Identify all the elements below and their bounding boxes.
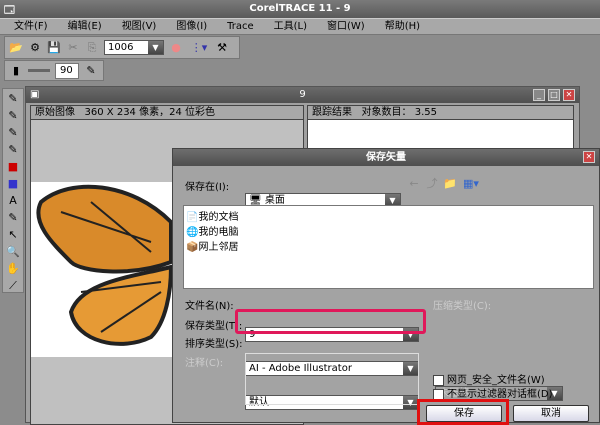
original-image-header: 原始图像 360 X 234 像素，24 位彩色 xyxy=(31,106,303,120)
view-menu-icon[interactable]: ▦▾ xyxy=(461,177,481,191)
trace-woodcut-icon[interactable]: ✎ xyxy=(6,126,20,140)
list-item-label: 网上邻居 xyxy=(198,242,239,253)
new-folder-icon[interactable]: 📁 xyxy=(443,177,457,191)
stop-icon[interactable]: ● xyxy=(169,41,183,55)
save-icon[interactable]: 💾 xyxy=(47,41,61,55)
menu-tools[interactable]: 工具(L) xyxy=(274,19,307,34)
dialog-close-icon[interactable]: ✕ xyxy=(583,151,595,163)
menu-view[interactable]: 视图(V) xyxy=(122,19,157,34)
document-title-bar: ▣ 9 _ □ ✕ xyxy=(26,87,579,103)
toolbox: ✎ ✎ ✎ ✎ ■ ■ A ✎ ↖ 🔍 ✋ ⟋ xyxy=(2,88,24,293)
cut-icon[interactable]: ✂ xyxy=(66,41,80,55)
app-title: CorelTRACE 11 - 9 xyxy=(249,3,351,14)
web-safe-checkbox[interactable]: 网页_安全_文件名(W) xyxy=(433,371,545,386)
list-item-label: 我的文档 xyxy=(198,212,239,223)
trace-outline-icon[interactable]: ✎ xyxy=(6,92,20,106)
minimize-icon[interactable]: _ xyxy=(533,89,545,101)
back-icon[interactable]: ← xyxy=(407,177,421,191)
app-title-bar: 🗔 CorelTRACE 11 - 9 xyxy=(0,0,600,18)
close-icon[interactable]: ✕ xyxy=(563,89,575,101)
standard-toolbar: 📂 ⚙ 💾 ✂ ⎘ 1006 ▼ ● ⋮▾ ⚒ xyxy=(4,36,240,59)
save-in-label: 保存在(I): xyxy=(185,182,230,193)
filetype-label: 保存类型(T): xyxy=(185,321,243,332)
detail-value[interactable]: 90 xyxy=(55,62,79,79)
save-dialog: 保存矢量 ✕ 保存在(I): 🖥 桌面 ▼ ← ⤴ 📁 ▦▾ 📄我的文档 🌐我的… xyxy=(172,148,600,425)
my-computer-icon: 🌐 xyxy=(186,227,199,238)
my-documents-icon: 📄 xyxy=(186,212,199,223)
checkbox[interactable] xyxy=(433,374,444,386)
save-button[interactable]: 保存 xyxy=(426,405,502,422)
menu-file[interactable]: 文件(F) xyxy=(14,19,48,34)
filetype-highlight xyxy=(235,309,426,334)
chevron-down-icon[interactable]: ▼ xyxy=(148,41,163,54)
pointer-icon[interactable]: ↖ xyxy=(6,228,20,242)
notes-textarea[interactable] xyxy=(245,353,419,405)
trace-centerline-icon[interactable]: ✎ xyxy=(6,109,20,123)
dialog-title-bar: 保存矢量 ✕ xyxy=(173,149,599,166)
zoom-combo-value: 1006 xyxy=(108,42,134,53)
menu-window[interactable]: 窗口(W) xyxy=(327,19,365,34)
filename-label: 文件名(N): xyxy=(185,301,234,312)
no-filter-dialog-checkbox[interactable]: 不显示过滤器对话框(D) xyxy=(433,385,553,400)
maximize-icon[interactable]: □ xyxy=(548,89,560,101)
settings-icon[interactable]: ⚒ xyxy=(215,41,229,55)
trace-mosaic-icon[interactable]: ■ xyxy=(6,160,20,174)
trace-3d-mosaic-icon[interactable]: ■ xyxy=(6,177,20,191)
list-item[interactable]: 📦网上邻居 xyxy=(186,238,591,253)
trace-result-header: 跟踪结果 对象数目： 3.55 xyxy=(308,106,573,120)
butterfly-image xyxy=(31,182,174,357)
cancel-button[interactable]: 取消 xyxy=(513,405,589,422)
trace-sketch-icon[interactable]: ✎ xyxy=(6,143,20,157)
sort-label: 排序类型(S): xyxy=(185,339,243,350)
dialog-title: 保存矢量 xyxy=(366,152,406,163)
network-icon: 📦 xyxy=(186,242,199,253)
notes-label: 注释(C): xyxy=(185,358,224,369)
open-icon[interactable]: 📂 xyxy=(9,41,23,55)
copy-icon[interactable]: ⎘ xyxy=(85,41,99,55)
list-item[interactable]: 📄我的文档 xyxy=(186,208,591,223)
menu-image[interactable]: 图像(I) xyxy=(176,19,207,34)
hand-icon[interactable]: ✋ xyxy=(6,262,20,276)
up-folder-icon[interactable]: ⤴ xyxy=(425,177,439,191)
compression-label: 压缩类型(C): xyxy=(433,301,492,312)
menu-bar: 文件(F) 编辑(E) 视图(V) 图像(I) Trace 工具(L) 窗口(W… xyxy=(0,18,600,35)
document-icon: ▣ xyxy=(30,89,40,100)
zoom-icon[interactable]: 🔍 xyxy=(6,245,20,259)
zoom-combo[interactable]: 1006 ▼ xyxy=(104,40,164,55)
list-item[interactable]: 🌐我的电脑 xyxy=(186,223,591,238)
detail-icon: ▮ xyxy=(12,63,20,77)
eyedropper-icon[interactable]: ✎ xyxy=(84,64,98,78)
checkbox[interactable] xyxy=(433,388,444,400)
document-title: 9 xyxy=(299,89,306,100)
trace-form-icon[interactable]: ✎ xyxy=(6,211,20,225)
menu-help[interactable]: 帮助(H) xyxy=(385,19,420,34)
trace-ocr-icon[interactable]: A xyxy=(6,194,20,208)
trace-dropdown-icon[interactable]: ⋮▾ xyxy=(188,41,210,55)
menu-edit[interactable]: 编辑(E) xyxy=(68,19,102,34)
list-item-label: 我的电脑 xyxy=(198,227,239,238)
acquire-icon[interactable]: ⚙ xyxy=(28,41,42,55)
detail-slider[interactable] xyxy=(28,69,50,72)
file-list: 📄我的文档 🌐我的电脑 📦网上邻居 xyxy=(183,205,594,289)
magic-wand-icon[interactable]: ⟋ xyxy=(6,279,20,293)
menu-trace[interactable]: Trace xyxy=(227,19,254,34)
property-bar: ▮ 90 ✎ xyxy=(4,60,104,81)
